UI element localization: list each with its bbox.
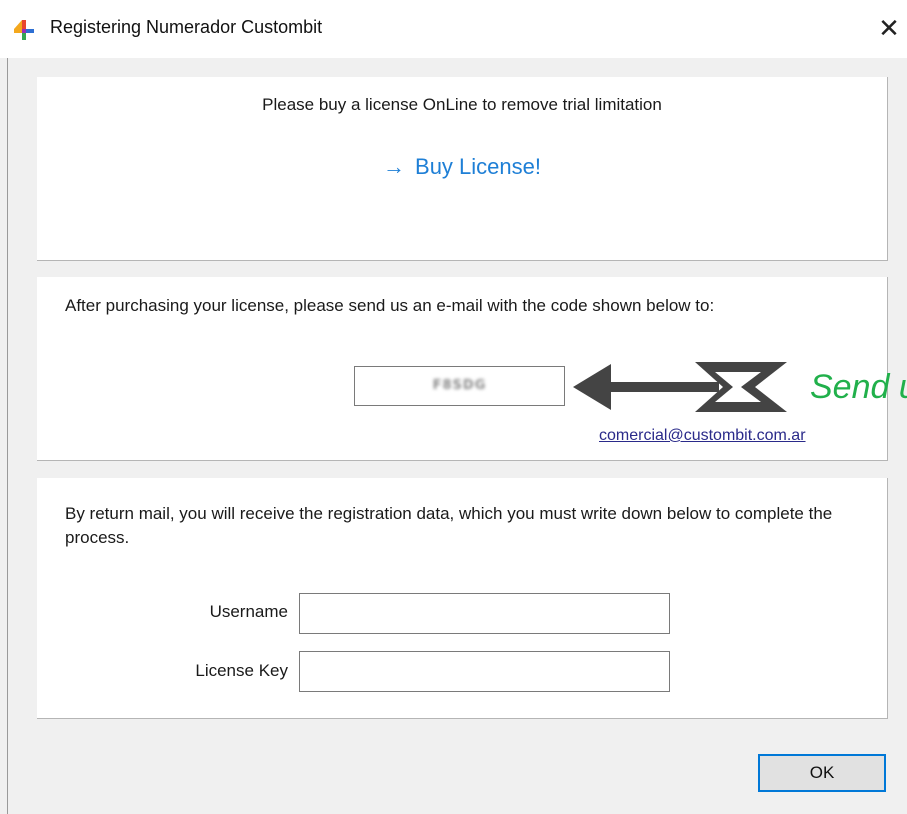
close-icon: ✕ [878, 14, 900, 44]
buy-license-link[interactable]: → Buy License! [37, 154, 887, 180]
annotation-arrow-icon [573, 362, 787, 412]
buy-license-panel: Please buy a license OnLine to remove tr… [37, 77, 888, 261]
license-key-label: License Key [195, 661, 288, 680]
license-key-input[interactable] [299, 651, 670, 692]
registration-dialog: Registering Numerador Custombit ✕ Please… [0, 0, 907, 814]
annotation-text: Send u [810, 368, 907, 406]
send-code-instructions: After purchasing your license, please se… [65, 296, 715, 315]
registration-data-panel: By return mail, you will receive the reg… [37, 478, 888, 719]
ok-button[interactable]: OK [758, 754, 886, 792]
registration-instructions: By return mail, you will receive the reg… [65, 504, 833, 547]
buy-license-label: Buy License! [415, 154, 541, 179]
registration-code-field[interactable]: F8SDG [354, 366, 565, 406]
username-label: Username [209, 602, 288, 621]
registration-code-value: F8SDG [432, 378, 487, 393]
buy-license-prompt: Please buy a license OnLine to remove tr… [262, 95, 662, 114]
title-bar: Registering Numerador Custombit ✕ [0, 0, 907, 58]
app-logo-icon [14, 20, 34, 40]
username-input[interactable] [299, 593, 670, 634]
window-title: Registering Numerador Custombit [50, 17, 323, 37]
email-link[interactable]: comercial@custombit.com.ar [599, 427, 806, 445]
arrow-right-icon: → [383, 154, 406, 179]
window-border [7, 58, 8, 814]
close-button[interactable]: ✕ [872, 12, 906, 46]
